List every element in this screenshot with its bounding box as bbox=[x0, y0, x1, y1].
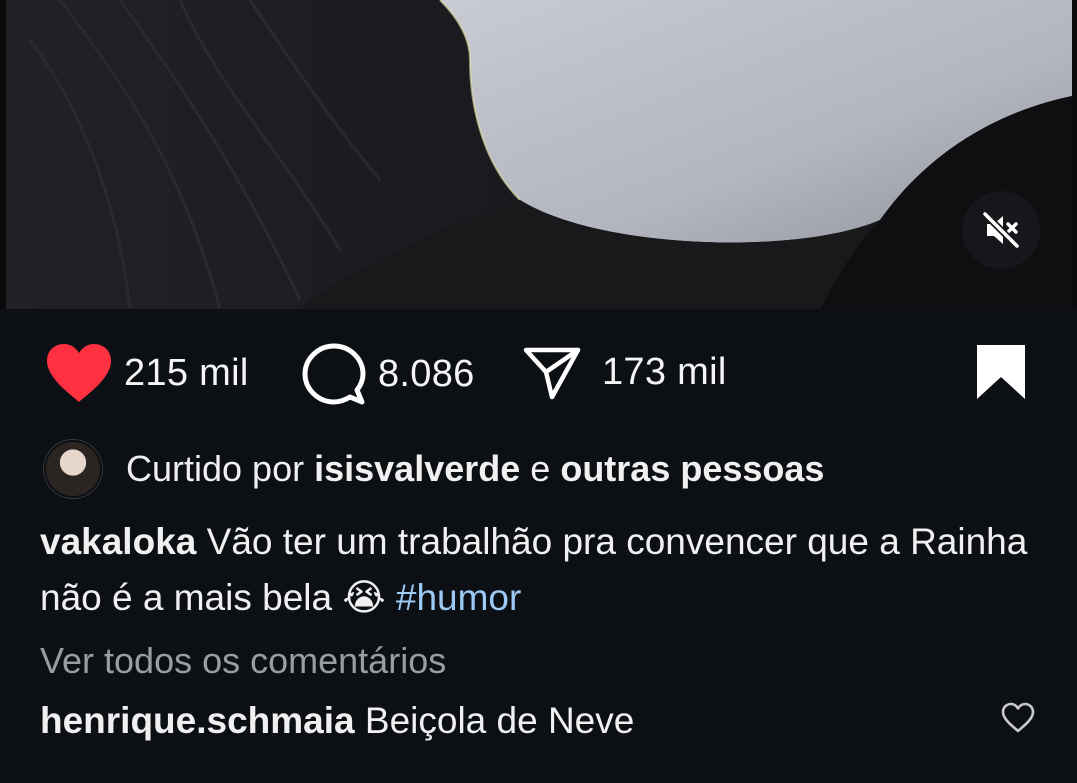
liked-by-row[interactable]: Curtido por isisvalverde e outras pessoa… bbox=[44, 440, 824, 498]
heart-outline-icon bbox=[1001, 702, 1035, 733]
comment-button[interactable]: 8.086 bbox=[302, 342, 475, 406]
share-button[interactable]: 173 mil bbox=[522, 342, 727, 402]
mute-button[interactable] bbox=[962, 191, 1040, 269]
liked-by-connector: e bbox=[530, 448, 551, 489]
share-count[interactable]: 173 mil bbox=[602, 351, 727, 394]
comment-like-button[interactable] bbox=[1000, 702, 1036, 739]
caption-username[interactable]: vakaloka bbox=[40, 521, 196, 562]
liker-avatar[interactable] bbox=[44, 440, 102, 498]
post-action-bar: 215 mil 8.086 173 mil bbox=[0, 309, 1077, 439]
like-button[interactable]: 215 mil bbox=[44, 342, 249, 404]
liked-by-user[interactable]: isisvalverde bbox=[314, 448, 520, 489]
video-edge-right bbox=[1072, 0, 1077, 309]
bookmark-filled-icon bbox=[977, 345, 1025, 399]
like-count[interactable]: 215 mil bbox=[124, 352, 249, 395]
comment-username[interactable]: henrique.schmaia bbox=[40, 700, 355, 741]
comment-text: Beiçola de Neve bbox=[364, 700, 635, 741]
heart-filled-icon bbox=[47, 344, 111, 402]
liked-by-text: Curtido por isisvalverde e outras pessoa… bbox=[126, 448, 824, 490]
caption-hashtag[interactable]: #humor bbox=[396, 577, 521, 618]
post-caption: vakaloka Vão ter um trabalhão pra conven… bbox=[40, 514, 1040, 626]
top-comment: henrique.schmaia Beiçola de Neve bbox=[40, 700, 634, 742]
paper-plane-icon bbox=[523, 347, 581, 400]
video-frame bbox=[0, 0, 1077, 309]
liked-by-prefix: Curtido por bbox=[126, 448, 305, 489]
post-video[interactable] bbox=[0, 0, 1077, 309]
speaker-muted-icon bbox=[981, 210, 1021, 250]
comment-count[interactable]: 8.086 bbox=[378, 353, 475, 396]
video-edge-left bbox=[0, 0, 6, 309]
liked-by-others[interactable]: outras pessoas bbox=[560, 448, 824, 489]
speech-bubble-icon bbox=[302, 343, 366, 405]
view-all-comments-link[interactable]: Ver todos os comentários bbox=[40, 640, 446, 682]
save-button[interactable] bbox=[975, 343, 1027, 406]
